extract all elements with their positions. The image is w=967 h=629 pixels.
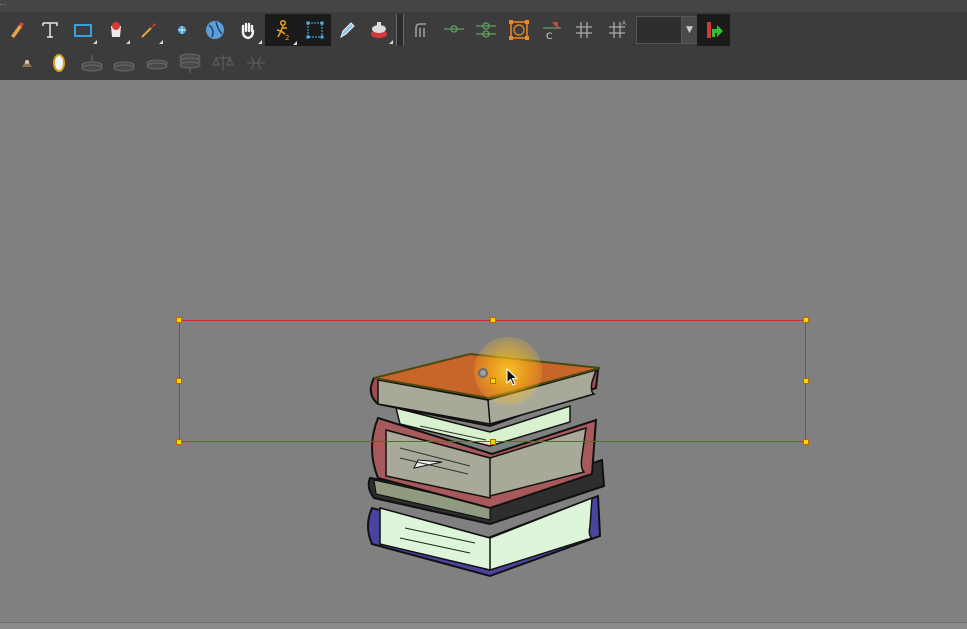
- disc-stack-3-icon[interactable]: [142, 48, 172, 78]
- cutter-icon[interactable]: [200, 15, 230, 45]
- contour-editor-icon[interactable]: [167, 15, 197, 45]
- transform-handle-bottom-center[interactable]: [490, 439, 496, 445]
- submenu-indicator-icon: [93, 40, 97, 44]
- transform-tool-icon[interactable]: [298, 14, 331, 46]
- svg-text:A: A: [622, 20, 627, 27]
- transform-handle-bottom-left[interactable]: [176, 439, 182, 445]
- disc-stack-4-icon[interactable]: [175, 48, 205, 78]
- transform-handle-top-center[interactable]: [490, 317, 496, 323]
- toolbar-separator: [396, 14, 404, 46]
- text-tool-icon[interactable]: [35, 15, 65, 45]
- peg-icon[interactable]: [569, 15, 599, 45]
- pencil-editor-icon[interactable]: [332, 15, 362, 45]
- dropdown-arrow-icon[interactable]: ▼: [681, 16, 698, 44]
- transform-handle-center[interactable]: [490, 378, 496, 384]
- envelope-icon[interactable]: [504, 15, 534, 45]
- disc-stack-1-icon[interactable]: [77, 48, 107, 78]
- transform-handle-top-left[interactable]: [176, 317, 182, 323]
- submenu-indicator-icon: [258, 40, 262, 44]
- onion-skin-icon[interactable]: [44, 48, 74, 78]
- flip-icon[interactable]: [241, 48, 271, 78]
- balance-icon[interactable]: [208, 48, 238, 78]
- brush-icon[interactable]: [2, 15, 32, 45]
- paint-pot-icon[interactable]: [364, 15, 394, 45]
- transform-handle-bottom-right[interactable]: [803, 439, 809, 445]
- svg-text:2: 2: [285, 34, 289, 41]
- submenu-indicator-icon: [389, 40, 393, 44]
- rigging-icon[interactable]: [406, 15, 436, 45]
- toolbar-grip[interactable]: [0, 4, 6, 9]
- animate-tool-icon[interactable]: 2: [265, 14, 298, 46]
- submenu-indicator-icon: [159, 40, 163, 44]
- toolbar-top-strip: [0, 0, 967, 12]
- submenu-indicator-icon: [126, 40, 130, 44]
- submenu-indicator-icon: [293, 41, 297, 45]
- tools-toolbar: 2 C A ▼: [0, 0, 967, 80]
- transform-handle-top-right[interactable]: [803, 317, 809, 323]
- reposition-icon[interactable]: [697, 14, 730, 46]
- rectangle-tool-icon[interactable]: [68, 15, 98, 45]
- mouse-cursor-icon: [506, 368, 519, 386]
- transform-handle-middle-right[interactable]: [803, 378, 809, 384]
- disc-stack-2-icon[interactable]: [109, 48, 139, 78]
- peg-alt-icon[interactable]: A: [602, 15, 632, 45]
- paint-bucket-icon[interactable]: [101, 15, 131, 45]
- toolbar-dropdown-field[interactable]: [636, 16, 682, 44]
- constraint-icon[interactable]: C: [537, 15, 567, 45]
- magnet-icon[interactable]: [12, 48, 42, 78]
- svg-text:C: C: [546, 32, 552, 41]
- bone-icon[interactable]: [471, 15, 501, 45]
- transform-handle-middle-left[interactable]: [176, 378, 182, 384]
- pivot-point[interactable]: [478, 368, 488, 378]
- ik-chain-icon[interactable]: [439, 15, 469, 45]
- dropper-icon[interactable]: [134, 15, 164, 45]
- hand-icon[interactable]: [233, 15, 263, 45]
